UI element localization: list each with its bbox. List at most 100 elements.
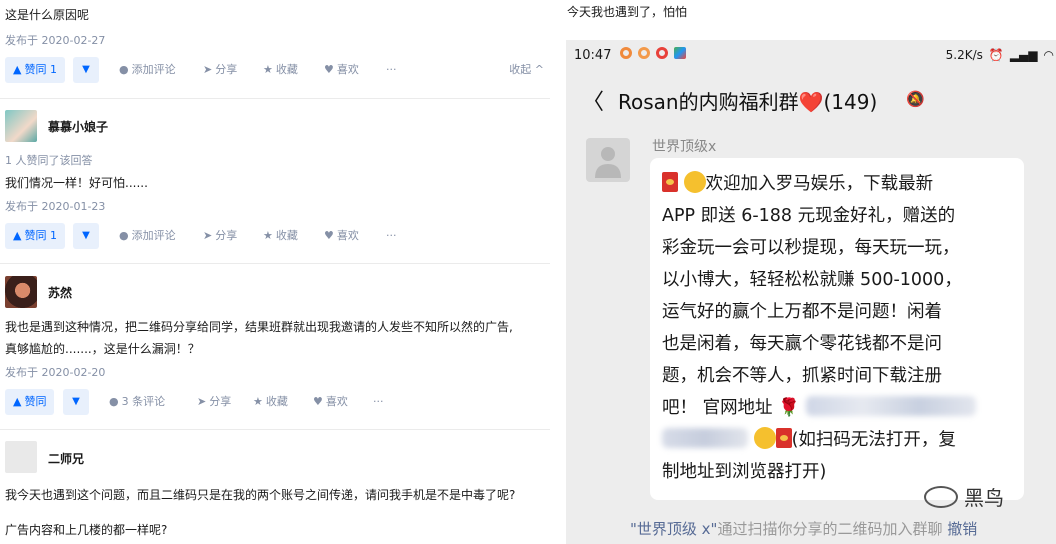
more-label: ··· bbox=[386, 63, 397, 76]
comment-button[interactable]: ● 添加评论 bbox=[119, 57, 176, 83]
username[interactable]: 慕慕小娘子 bbox=[48, 118, 108, 135]
answer-text: 我们情况一样！好可怕...... bbox=[5, 176, 148, 190]
status-right: 5.2K/s ⏰ ▂▄▆ ◠ bbox=[946, 48, 1054, 62]
answer-text: 广告内容和上几楼的都一样呢? bbox=[5, 523, 168, 537]
comment-label: 3 条评论 bbox=[121, 395, 166, 408]
signal-icon: ▂▄▆ bbox=[1009, 48, 1038, 62]
bird-logo-icon bbox=[924, 485, 958, 508]
favorite-button[interactable]: ★ 收藏 bbox=[263, 57, 298, 83]
publish-date: 发布于 2020-01-23 bbox=[5, 200, 106, 213]
message-line: 以小博大，轻轻松松就赚 500-1000， bbox=[662, 270, 962, 290]
answer-text: 这是什么原因呢 bbox=[5, 8, 90, 22]
collapse-button[interactable]: 收起 ^ bbox=[509, 57, 544, 83]
status-time: 10:47 bbox=[574, 48, 612, 63]
up-arrow-icon: ▲ bbox=[13, 395, 22, 408]
like-button[interactable]: ♥ 喜欢 bbox=[324, 57, 359, 83]
system-message: "世界顶级 x"通过扫描你分享的二维码加入群聊 撤销 bbox=[630, 518, 977, 539]
system-message-name[interactable]: "世界顶级 x" bbox=[630, 520, 717, 538]
message-text: (如扫码无法打开，复 bbox=[791, 430, 956, 450]
upvote-button[interactable]: ▲ 赞同 1 bbox=[5, 223, 65, 249]
share-label: 分享 bbox=[215, 229, 238, 242]
message-line: 题，机会不等人，抓紧时间下载注册 bbox=[662, 366, 942, 386]
message-text: 欢迎加入罗马娱乐，下载最新 bbox=[705, 174, 934, 194]
answers-panel: 这是什么原因呢 发布于 2020-02-27 ▲ 赞同 1 ▼ ● 添加评论 ➤ 分享… bbox=[0, 0, 556, 544]
downvote-button[interactable]: ▼ bbox=[73, 223, 99, 249]
share-button[interactable]: ➤ 分享 bbox=[203, 223, 237, 249]
more-button[interactable]: ··· bbox=[386, 57, 397, 83]
publish-date: 发布于 2020-02-27 bbox=[5, 34, 106, 47]
back-arrow-icon[interactable]: 〈 bbox=[582, 84, 604, 116]
upvote-button[interactable]: ▲ 赞同 1 bbox=[5, 57, 65, 83]
username[interactable]: 苏然 bbox=[48, 284, 72, 301]
network-speed: 5.2K/s bbox=[945, 48, 983, 62]
notification-icons bbox=[620, 47, 686, 59]
revoke-link[interactable]: 撤销 bbox=[947, 520, 977, 538]
comment-button[interactable]: ● 3 条评论 bbox=[109, 389, 165, 415]
comment-label: 添加评论 bbox=[131, 229, 176, 242]
status-bar: 10:47 5.2K/s ⏰ ▂▄▆ ◠ bbox=[566, 40, 1056, 72]
heart-icon: ♥ bbox=[324, 229, 334, 242]
avatar[interactable] bbox=[5, 441, 37, 473]
more-button[interactable]: ··· bbox=[373, 389, 384, 415]
upvote-button[interactable]: ▲ 赞同 bbox=[5, 389, 55, 415]
favorite-label: 收藏 bbox=[265, 395, 288, 408]
message-bubble[interactable]: 欢迎加入罗马娱乐，下载最新 APP 即送 6-188 元现金好礼，赠送的 彩金玩… bbox=[650, 158, 1024, 500]
answer-actions: ▲ 赞同 1 ▼ ● 添加评论 ➤ 分享 ★ 收藏 ♥ 喜欢 ··· bbox=[5, 223, 550, 251]
watermark: 黑鸟 bbox=[924, 482, 1004, 511]
star-icon: ★ bbox=[263, 63, 273, 76]
watermark-text: 黑鸟 bbox=[964, 486, 1004, 510]
message-line: 彩金玩一会可以秒提现，每天玩一玩， bbox=[662, 238, 960, 258]
sender-name: 世界顶级x bbox=[652, 139, 717, 155]
message-line: 吧！ 官网地址 🌹 bbox=[662, 392, 1012, 424]
share-button[interactable]: ➤ 分享 bbox=[197, 389, 231, 415]
downvote-button[interactable]: ▼ bbox=[73, 57, 99, 83]
image-caption: 今天我也遇到了，怕怕 bbox=[567, 5, 688, 19]
comment-label: 添加评论 bbox=[131, 63, 176, 76]
message-line: (如扫码无法打开，复 bbox=[662, 424, 1012, 456]
avatar[interactable] bbox=[5, 276, 37, 308]
share-icon: ➤ bbox=[203, 229, 213, 242]
upvote-label: 赞同 1 bbox=[24, 63, 57, 76]
downvote-button[interactable]: ▼ bbox=[63, 389, 89, 415]
heart-icon: ♥ bbox=[324, 63, 334, 76]
message-line: 欢迎加入罗马娱乐，下载最新 bbox=[662, 168, 1012, 200]
share-label: 分享 bbox=[209, 395, 232, 408]
star-icon: ★ bbox=[263, 229, 273, 242]
favorite-label: 收藏 bbox=[275, 63, 298, 76]
favorite-button[interactable]: ★ 收藏 bbox=[253, 389, 288, 415]
like-label: 喜欢 bbox=[325, 395, 348, 408]
down-arrow-icon: ▼ bbox=[82, 64, 90, 75]
grin-emoji-icon bbox=[753, 427, 776, 449]
comment-icon: ● bbox=[119, 229, 129, 242]
like-button[interactable]: ♥ 喜欢 bbox=[324, 223, 359, 249]
share-button[interactable]: ➤ 分享 bbox=[203, 57, 237, 83]
like-button[interactable]: ♥ 喜欢 bbox=[313, 389, 348, 415]
share-icon: ➤ bbox=[203, 63, 213, 76]
message-text: 吧！ 官网地址 bbox=[662, 398, 773, 418]
answer-text: 真够尴尬的.......，这是什么漏洞！？ bbox=[5, 342, 200, 356]
blurred-link bbox=[662, 428, 748, 448]
red-packet-icon bbox=[775, 428, 792, 448]
phone-screenshot: 10:47 5.2K/s ⏰ ▂▄▆ ◠ 〈 Rosan的内购福利群❤️(149… bbox=[566, 40, 1056, 544]
more-button[interactable]: ··· bbox=[386, 223, 397, 249]
heart-icon: ♥ bbox=[313, 395, 323, 408]
avatar[interactable] bbox=[5, 110, 37, 142]
publish-date: 发布于 2020-02-20 bbox=[5, 366, 106, 379]
up-arrow-icon: ▲ bbox=[13, 63, 22, 76]
like-label: 喜欢 bbox=[336, 63, 359, 76]
message-line: 运气好的赢个上万都不是问题！闲着 bbox=[662, 302, 942, 322]
chat-screenshot-panel: 今天我也遇到了，怕怕 10:47 5.2K/s ⏰ ▂▄▆ ◠ 〈 Rosan的… bbox=[557, 0, 1056, 544]
answer-actions: ▲ 赞同 ▼ ● 3 条评论 ➤ 分享 ★ 收藏 ♥ 喜欢 ··· bbox=[5, 389, 550, 417]
share-icon: ➤ bbox=[197, 395, 207, 408]
chat-title: Rosan的内购福利群❤️(149) bbox=[618, 90, 878, 114]
comment-icon: ● bbox=[109, 395, 119, 408]
mute-bell-icon: 🔕 bbox=[906, 90, 925, 108]
sender-avatar[interactable] bbox=[586, 138, 630, 182]
username[interactable]: 二师兄 bbox=[48, 450, 84, 467]
notification-icon bbox=[638, 47, 650, 59]
answer-text: 我今天也遇到这个问题，而且二维码只是在我的两个账号之间传递，请问我手机是不是中毒… bbox=[5, 488, 516, 502]
favorite-button[interactable]: ★ 收藏 bbox=[263, 223, 298, 249]
divider bbox=[0, 429, 550, 430]
divider bbox=[0, 98, 550, 99]
comment-button[interactable]: ● 添加评论 bbox=[119, 223, 176, 249]
